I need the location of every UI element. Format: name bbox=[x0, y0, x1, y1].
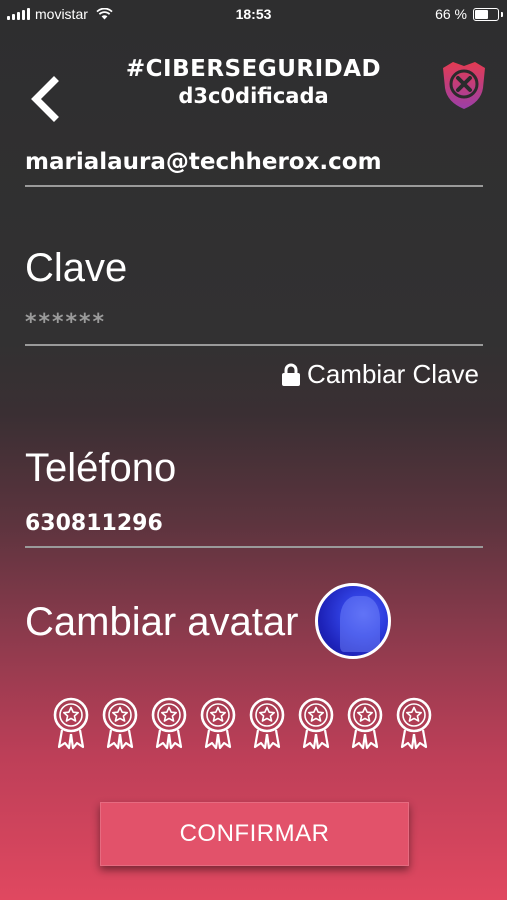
status-time: 18:53 bbox=[235, 6, 272, 22]
app-title: #CIBERSEGURIDAD d3c0dificada bbox=[100, 56, 407, 110]
password-field[interactable]: ****** bbox=[25, 310, 106, 335]
status-right: 66 % bbox=[435, 6, 503, 22]
title-line-1: #CIBERSEGURIDAD bbox=[125, 56, 382, 82]
back-button[interactable] bbox=[28, 76, 62, 122]
phone-divider bbox=[25, 546, 483, 548]
password-label: Clave bbox=[25, 246, 128, 290]
change-avatar-label[interactable]: Cambiar avatar bbox=[25, 600, 298, 645]
star-medal-icon bbox=[246, 696, 288, 752]
star-medal-icon bbox=[393, 696, 435, 752]
confirm-button[interactable]: CONFIRMAR bbox=[100, 802, 409, 866]
change-password-label: Cambiar Clave bbox=[307, 359, 479, 389]
chevron-left-icon bbox=[31, 76, 59, 122]
title-line-2: d3c0dificada bbox=[178, 84, 329, 108]
battery-percent: 66 % bbox=[435, 6, 467, 22]
star-medal-icon bbox=[344, 696, 386, 752]
battery-icon bbox=[473, 7, 503, 21]
email-divider bbox=[25, 185, 483, 187]
email-field[interactable]: marialaura@techherox.com bbox=[25, 149, 382, 175]
star-medal-icon bbox=[295, 696, 337, 752]
star-medal-icon bbox=[50, 696, 92, 752]
star-medal-icon bbox=[148, 696, 190, 752]
phone-label: Teléfono bbox=[25, 446, 177, 490]
badges-row bbox=[50, 696, 442, 752]
battery-fill bbox=[475, 9, 488, 19]
status-bar: movistar 18:53 66 % bbox=[0, 0, 507, 28]
lock-icon bbox=[282, 363, 301, 386]
star-medal-icon bbox=[197, 696, 239, 752]
star-medal-icon bbox=[99, 696, 141, 752]
change-password-link[interactable]: Cambiar Clave bbox=[281, 359, 479, 390]
avatar[interactable] bbox=[315, 583, 391, 659]
avatar-image bbox=[340, 596, 380, 652]
password-divider bbox=[25, 344, 483, 346]
shield-x-logo bbox=[437, 58, 491, 112]
phone-field[interactable]: 630811296 bbox=[25, 511, 163, 536]
